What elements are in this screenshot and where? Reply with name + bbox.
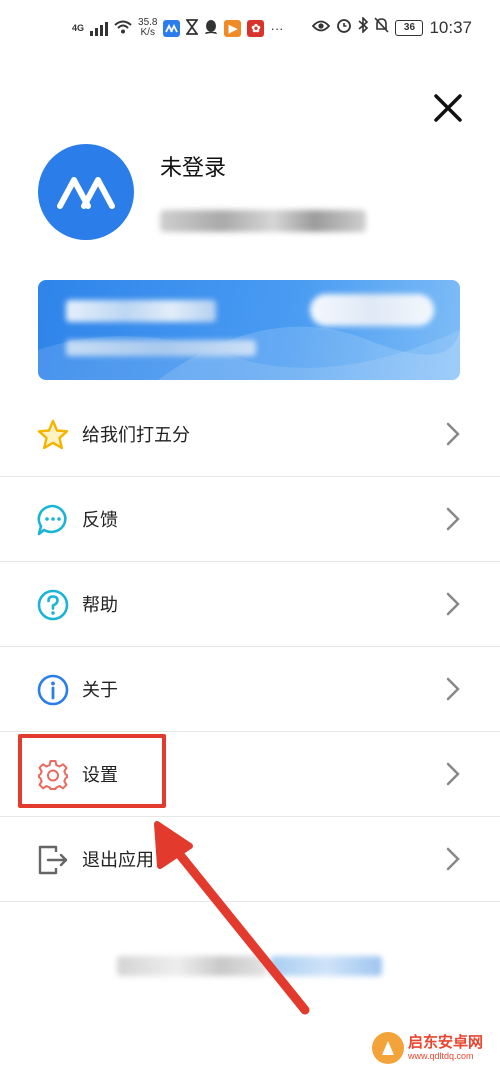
menu-item-label: 关于 [82,680,118,701]
menu-item-label: 反馈 [82,510,118,531]
avatar[interactable] [38,144,134,240]
speed-unit: K/s [140,27,155,38]
app-notification-icon [163,19,181,37]
gear-icon [38,760,68,790]
video-app-icon: ▶ [224,19,242,37]
chevron-right-icon [446,592,460,616]
menu-item-label: 设置 [82,765,118,786]
login-status[interactable]: 未登录 [160,150,226,182]
qq-icon [204,19,218,38]
status-right: 36 10:37 [312,16,472,38]
menu-item-label: 退出应用 [82,850,154,871]
blurred-membership-desc [66,340,256,356]
more-notifications-icon: ··· [270,20,284,36]
membership-action-button[interactable] [310,294,434,326]
star-icon [37,419,69,450]
menu-item-label: 给我们打五分 [82,425,190,446]
eye-icon [312,19,331,37]
bluetooth-icon [358,16,369,38]
network-speed: 35.8 K/s [138,18,157,38]
settings-menu: 给我们打五分 反馈 帮助 关于 设置 退出应用 [0,392,500,902]
close-icon [434,94,462,122]
chevron-right-icon [446,847,460,871]
app-logo-icon [57,177,115,209]
membership-card[interactable] [38,280,460,380]
menu-item-about[interactable]: 关于 [0,647,500,732]
menu-item-help[interactable]: 帮助 [0,562,500,647]
alarm-icon [336,17,352,38]
clock: 10:37 [429,17,472,37]
menu-item-label: 帮助 [82,595,118,616]
blurred-footer-text [117,956,267,976]
menu-item-settings[interactable]: 设置 [0,732,500,817]
lotus-app-icon: ✿ [247,19,265,37]
watermark-text: 启东安卓网 www.qdltdq.com [408,1035,483,1061]
signal-icon [90,20,109,36]
menu-item-rate[interactable]: 给我们打五分 [0,392,500,477]
status-left: 4G 35.8 K/s ▶ ✿ ··· [72,18,283,38]
chevron-right-icon [446,507,460,531]
watermark-title: 启东安卓网 [408,1033,484,1051]
wifi-icon [114,20,132,37]
question-circle-icon [37,589,69,621]
watermark-logo-icon [372,1032,404,1064]
blurred-footer-link[interactable] [270,956,382,976]
chat-bubble-icon [37,504,67,536]
exit-icon [38,845,68,875]
watermark-url: www.qdltdq.com [408,1051,474,1061]
site-watermark: 启东安卓网 www.qdltdq.com [372,1030,500,1066]
menu-item-feedback[interactable]: 反馈 [0,477,500,562]
menu-item-exit[interactable]: 退出应用 [0,817,500,902]
hourglass-icon [185,18,200,38]
chevron-right-icon [446,677,460,701]
chevron-right-icon [446,422,460,446]
mute-icon [374,17,390,38]
blurred-membership-title [66,300,216,322]
status-bar: 4G 35.8 K/s ▶ ✿ ··· 36 10:37 [0,0,500,58]
network-type: 4G [72,22,85,33]
info-circle-icon [37,674,69,706]
close-button[interactable] [428,88,468,128]
blurred-account-info [160,210,366,232]
chevron-right-icon [446,762,460,786]
battery-icon: 36 [395,19,424,36]
